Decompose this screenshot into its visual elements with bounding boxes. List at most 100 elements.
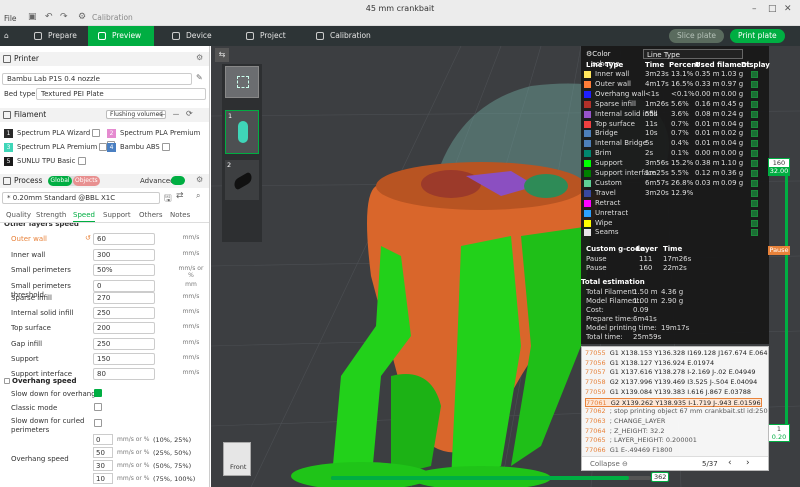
- overhang-speed-input[interactable]: 0: [93, 434, 113, 445]
- compare-icon[interactable]: ⇄: [176, 191, 184, 201]
- small-perimeters-input[interactable]: 50%: [93, 264, 155, 276]
- display-toggle-checkbox[interactable]: [751, 100, 758, 108]
- filament-color-swatch[interactable]: 5: [4, 156, 13, 166]
- tab-others[interactable]: Others: [139, 211, 163, 219]
- toggle-objects[interactable]: Objects: [73, 176, 100, 186]
- sparse-infill-input[interactable]: 270: [93, 292, 155, 304]
- filament-slot-3[interactable]: 3 Spectrum PLA Premium: [4, 141, 108, 153]
- prev-page-icon[interactable]: ‹: [728, 458, 732, 468]
- minimize-icon[interactable]: –: [752, 4, 757, 14]
- outer-wall-speed-input[interactable]: 60: [93, 233, 155, 245]
- display-toggle-checkbox[interactable]: [751, 80, 758, 88]
- filament-slot-5[interactable]: 5 SUNLU TPU Basic: [4, 155, 86, 167]
- gcode-line[interactable]: 77062; stop printing object 67 mm crankb…: [585, 407, 768, 416]
- gcode-line[interactable]: 77059 G1 X139.084 Y139.383 I.616 J.867 E.…: [585, 388, 751, 397]
- tab-preview[interactable]: Preview: [88, 26, 154, 46]
- legend-row[interactable]: Outer wall 4m17s 16.5% 0.33 m 0.97 g: [581, 80, 769, 89]
- file-menu[interactable]: File: [4, 14, 17, 23]
- save-icon[interactable]: ▣: [28, 12, 37, 22]
- gcode-line[interactable]: 77055 G1 X138.153 Y136.328 I169.128 J167.…: [585, 349, 768, 358]
- tab-calibration[interactable]: Calibration: [306, 26, 386, 46]
- layer-slider-bottom-handle[interactable]: 1 0.20: [768, 424, 790, 442]
- gcode-line[interactable]: 77064; Z_HEIGHT: 32.2: [585, 427, 664, 436]
- legend-row[interactable]: Support interface 1m25s 5.5% 0.12 m 0.36 g: [581, 169, 769, 178]
- legend-row[interactable]: Travel 3m20s 12.9%: [581, 189, 769, 198]
- process-profile-select[interactable]: * 0.20mm Standard @BBL X1C: [2, 192, 160, 204]
- display-toggle-checkbox[interactable]: [751, 130, 758, 138]
- gcode-line[interactable]: 77058 G2 X137.996 Y139.469 I3.525 J-.504 …: [585, 378, 757, 387]
- tab-quality[interactable]: Quality: [6, 211, 31, 219]
- legend-row[interactable]: Overhang wall <1s <0.1% 0.00 m 0.00 g: [581, 90, 769, 99]
- tab-strength[interactable]: Strength: [36, 211, 66, 219]
- curled-perimeters-checkbox[interactable]: [94, 419, 102, 427]
- close-icon[interactable]: ✕: [784, 4, 792, 14]
- tab-support[interactable]: Support: [103, 211, 131, 219]
- plate-overview-thumbnail[interactable]: [225, 66, 259, 98]
- layer-slider-track[interactable]: [785, 165, 788, 425]
- filament-color-swatch[interactable]: 3: [4, 142, 13, 152]
- internal-solid-infill-input[interactable]: 250: [93, 307, 155, 319]
- sync-filament-icon[interactable]: ⟳: [186, 109, 193, 118]
- classic-mode-checkbox[interactable]: [94, 403, 102, 411]
- support-interface-input[interactable]: 80: [93, 368, 155, 380]
- gcode-line[interactable]: 77057 G1 X137.616 Y138.278 I-2.169 J-.02 …: [585, 368, 755, 377]
- tab-project[interactable]: Project: [236, 26, 306, 46]
- redo-icon[interactable]: ↷: [60, 12, 68, 22]
- gcode-line[interactable]: 77061 G2 X139.262 Y138.935 I-1.719 J-.943…: [585, 397, 762, 407]
- add-filament-icon[interactable]: ＋: [158, 109, 166, 120]
- bed-type-select[interactable]: Textured PEI Plate: [36, 88, 206, 100]
- legend-row[interactable]: Support 3m56s 15.2% 0.38 m 1.10 g: [581, 159, 769, 168]
- collapse-button[interactable]: Collapse ⊖: [590, 460, 628, 468]
- gcode-line[interactable]: 77065; LAYER_HEIGHT: 0.200001: [585, 436, 697, 445]
- plate-1-thumbnail[interactable]: 1: [225, 110, 259, 154]
- display-toggle-checkbox[interactable]: [751, 110, 758, 118]
- support-speed-input[interactable]: 150: [93, 353, 155, 365]
- display-toggle-checkbox[interactable]: [751, 179, 758, 187]
- filament-slot-1[interactable]: 1 Spectrum PLA Wizard: [4, 127, 101, 139]
- display-toggle-checkbox[interactable]: [751, 120, 758, 128]
- color-scheme-select[interactable]: Line Type: [643, 49, 743, 59]
- display-toggle-checkbox[interactable]: [751, 189, 758, 197]
- process-settings-icon[interactable]: ⚙: [196, 175, 203, 184]
- filament-color-swatch[interactable]: 1: [4, 128, 13, 138]
- move-slider-value[interactable]: 362: [651, 472, 670, 482]
- display-toggle-checkbox[interactable]: [751, 229, 758, 237]
- legend-row[interactable]: Seams: [581, 228, 769, 237]
- legend-row[interactable]: Wipe: [581, 219, 769, 228]
- remove-filament-icon[interactable]: －: [172, 109, 180, 120]
- legend-row[interactable]: Internal Bridge 5s 0.4% 0.01 m 0.04 g: [581, 139, 769, 148]
- undo-icon[interactable]: ↶: [45, 12, 53, 22]
- slice-plate-button[interactable]: Slice plate: [669, 29, 725, 43]
- legend-row[interactable]: Custom 6m57s 26.8% 0.03 m 0.09 g: [581, 179, 769, 188]
- filament-slot-4[interactable]: 4 Bambu ABS: [107, 141, 170, 153]
- layer-slider-top-handle[interactable]: 160 32.00: [768, 158, 790, 176]
- display-toggle-checkbox[interactable]: [751, 170, 758, 177]
- filament-edit-icon[interactable]: [161, 143, 170, 151]
- save-profile-icon[interactable]: 🖫: [164, 191, 172, 207]
- tab-device[interactable]: Device: [162, 26, 232, 46]
- printer-settings-icon[interactable]: ⚙: [196, 53, 203, 62]
- printer-edit-icon[interactable]: ✎: [196, 73, 203, 82]
- tab-speed[interactable]: Speed: [73, 211, 95, 222]
- global-objects-toggle[interactable]: Global Objects: [48, 176, 100, 186]
- display-toggle-checkbox[interactable]: [751, 150, 758, 158]
- maximize-icon[interactable]: □: [768, 4, 777, 14]
- toggle-global[interactable]: Global: [48, 176, 72, 186]
- view-cube[interactable]: Front: [223, 442, 251, 476]
- settings-gear-icon[interactable]: ⚙: [78, 12, 86, 22]
- display-toggle-checkbox[interactable]: [751, 160, 758, 168]
- display-toggle-checkbox[interactable]: [751, 219, 758, 227]
- legend-row[interactable]: Unretract: [581, 209, 769, 218]
- overhang-speed-input[interactable]: 50: [93, 447, 113, 458]
- printer-select[interactable]: Bambu Lab P1S 0.4 nozzle: [2, 73, 192, 85]
- move-slider-track[interactable]: [331, 476, 651, 480]
- gcode-line[interactable]: 77066 G1 E-.49469 F1800: [585, 446, 672, 455]
- display-toggle-checkbox[interactable]: [751, 71, 758, 78]
- advanced-toggle[interactable]: [171, 176, 185, 185]
- tab-notes[interactable]: Notes: [170, 211, 190, 219]
- inner-wall-speed-input[interactable]: 300: [93, 249, 155, 261]
- overhang-speed-input[interactable]: 10: [93, 473, 113, 484]
- tab-prepare[interactable]: Prepare: [24, 26, 86, 46]
- legend-row[interactable]: Top surface 11s 0.7% 0.01 m 0.04 g: [581, 120, 769, 129]
- legend-row[interactable]: Brim 2s 0.1% 0.00 m 0.00 g: [581, 149, 769, 158]
